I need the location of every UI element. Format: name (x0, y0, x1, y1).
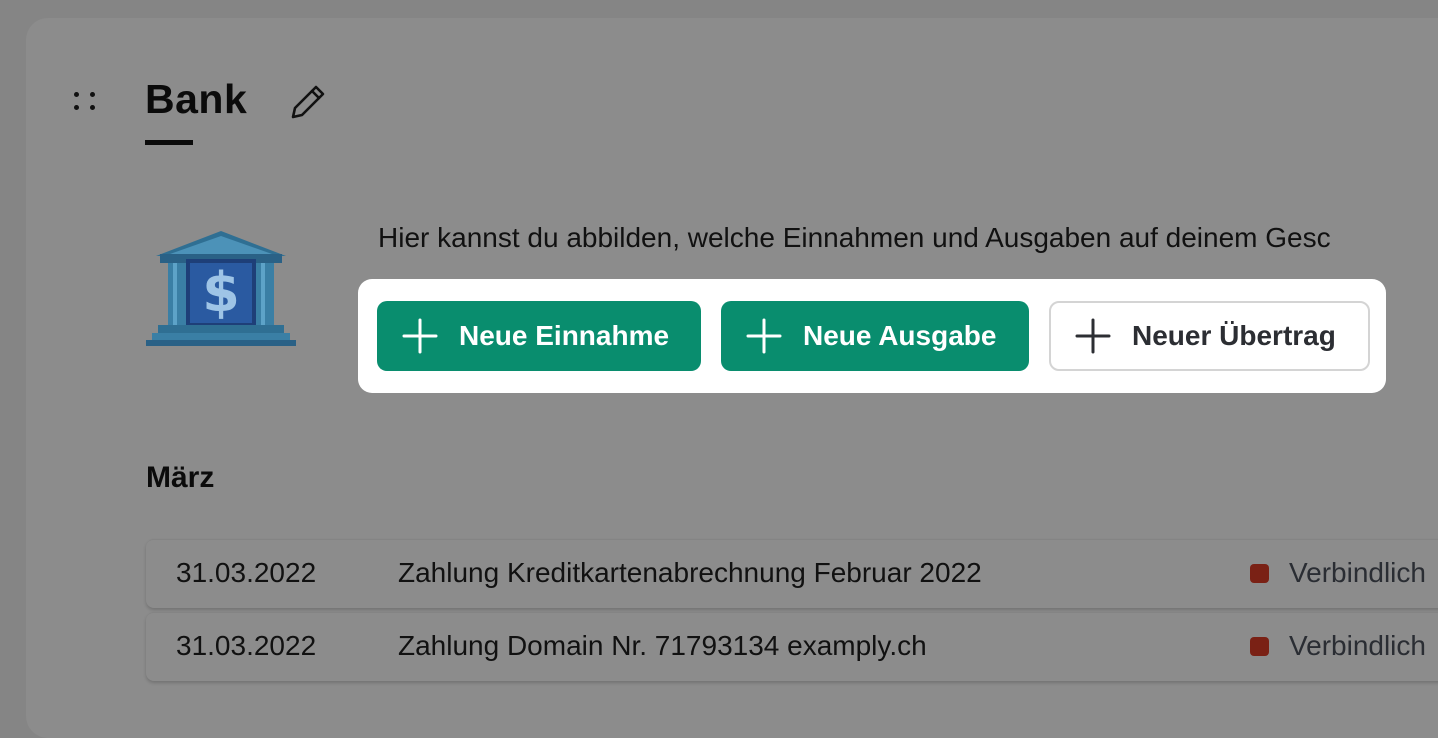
status-label: Verbindlich (1289, 557, 1426, 588)
plus-icon (1075, 318, 1111, 354)
bank-building-dollar-icon: $ (146, 231, 296, 346)
transaction-date: 31.03.2022 (176, 630, 317, 661)
account-title: Bank (145, 76, 248, 122)
intro-text: Hier kannst du abbilden, welche Einnahme… (378, 222, 1331, 253)
status-dot (1250, 564, 1269, 583)
status-dot (1250, 637, 1269, 656)
title-underline (145, 140, 193, 145)
new-transfer-button[interactable]: Neuer Übertrag (1049, 301, 1370, 371)
new-transfer-label: Neuer Übertrag (1132, 320, 1336, 351)
new-expense-button[interactable]: Neue Ausgabe (721, 301, 1029, 371)
new-income-button[interactable]: Neue Einnahme (377, 301, 701, 371)
svg-text:$: $ (202, 261, 240, 324)
status-label: Verbindlich (1289, 630, 1426, 661)
new-expense-label: Neue Ausgabe (803, 320, 997, 351)
transaction-row[interactable]: 31.03.2022 Zahlung Kreditkartenabrechnun… (146, 539, 1438, 608)
drag-handle-icon[interactable] (72, 90, 98, 112)
plus-icon (746, 318, 782, 354)
action-bar: Neue Einnahme Neue Ausgabe Neuer Übertra… (358, 279, 1386, 393)
new-income-label: Neue Einnahme (459, 320, 670, 351)
month-heading: März (146, 461, 215, 494)
plus-icon (402, 318, 438, 354)
transaction-date: 31.03.2022 (176, 557, 317, 588)
transaction-description: Zahlung Kreditkartenabrechnung Februar 2… (398, 557, 982, 588)
transaction-description: Zahlung Domain Nr. 71793134 examply.ch (398, 630, 927, 661)
transaction-row[interactable]: 31.03.2022 Zahlung Domain Nr. 71793134 e… (146, 612, 1438, 681)
pencil-icon[interactable] (288, 82, 328, 122)
